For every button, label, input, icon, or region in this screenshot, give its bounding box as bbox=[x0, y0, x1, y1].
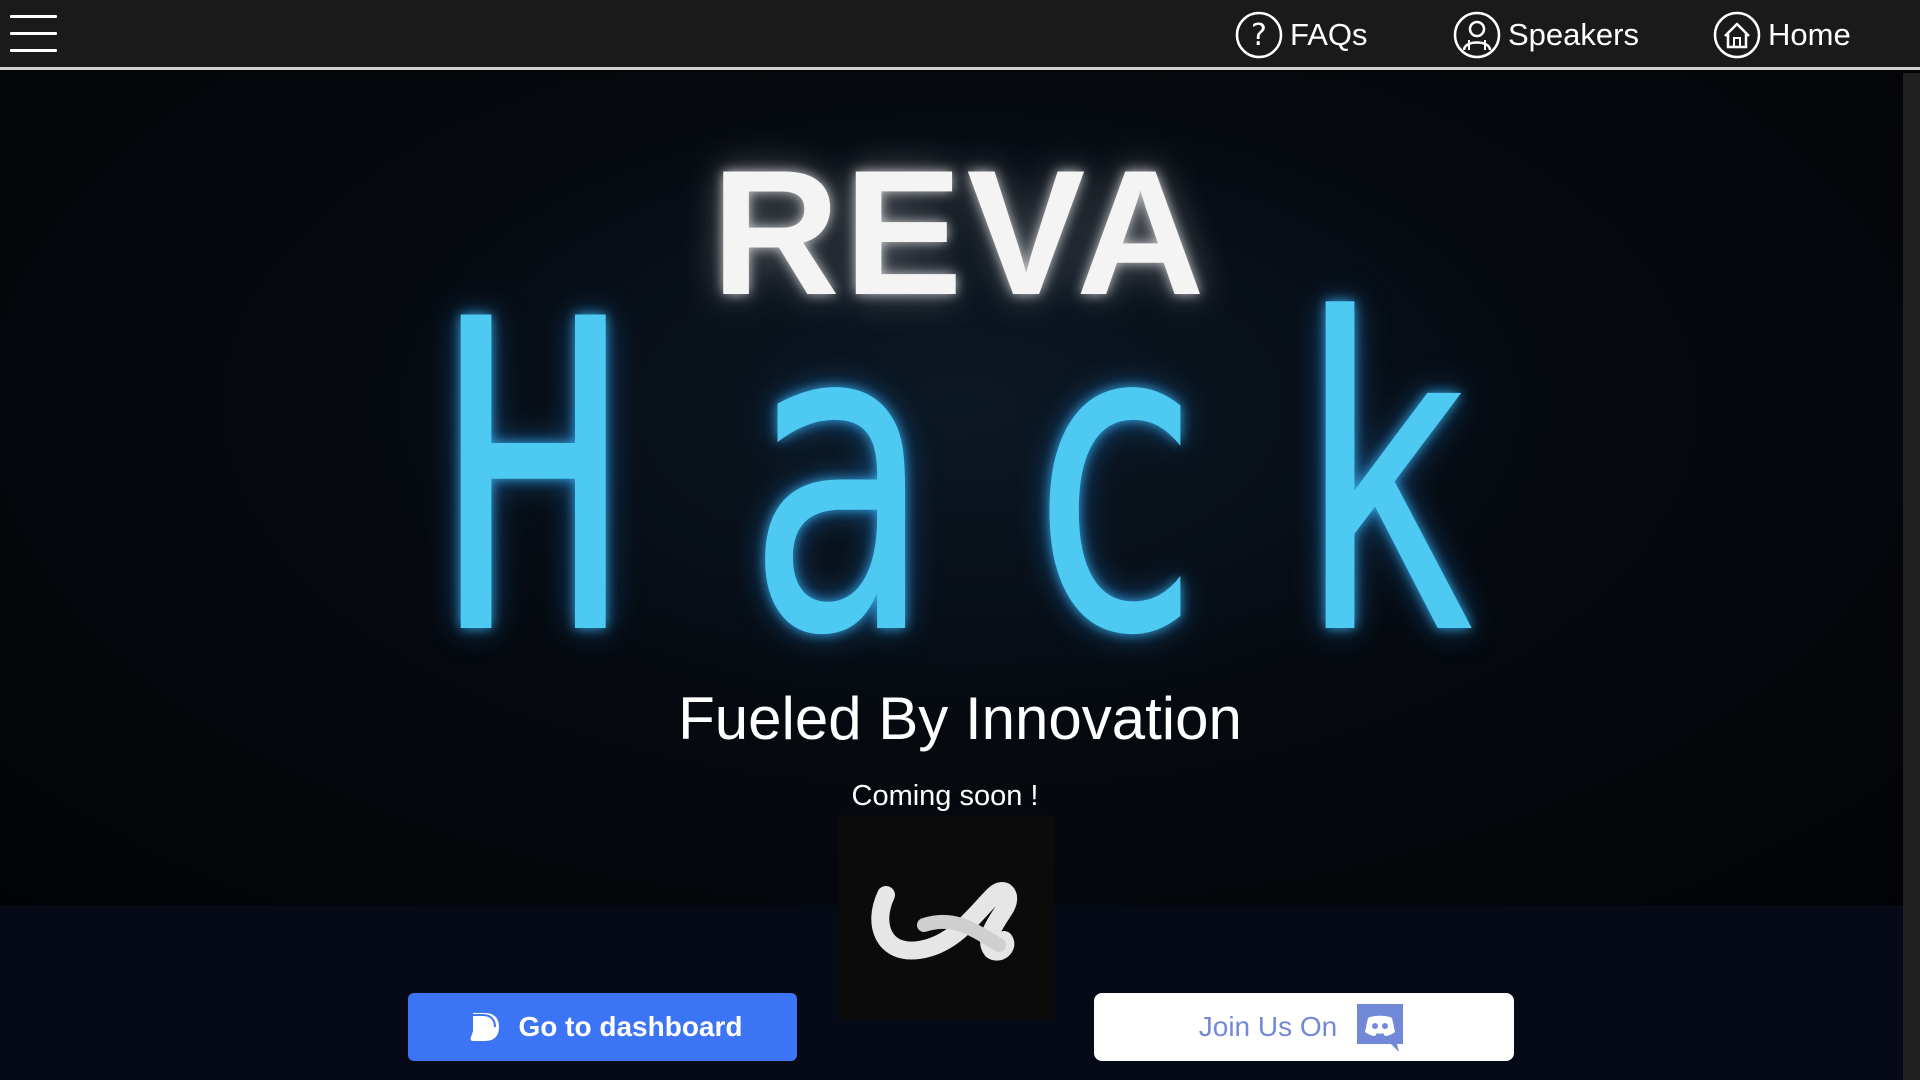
title-letter: k bbox=[1290, 230, 1477, 730]
status-text: Coming soon ! bbox=[851, 780, 1039, 812]
svg-text:?: ? bbox=[1251, 18, 1267, 53]
nav-label-faqs: FAQs bbox=[1290, 17, 1368, 52]
home-icon bbox=[1713, 11, 1761, 59]
top-navigation-bar: ? FAQs Speakers Home bbox=[0, 0, 1920, 70]
discord-icon bbox=[1357, 1004, 1404, 1052]
user-circle-icon bbox=[1453, 11, 1501, 59]
tagline: Fueled By Innovation bbox=[678, 685, 1242, 752]
nav-label-home: Home bbox=[1768, 17, 1851, 52]
dashboard-button-label: Go to dashboard bbox=[518, 1011, 743, 1042]
nav-item-speakers[interactable]: Speakers bbox=[1452, 8, 1639, 62]
page: ? FAQs Speakers Home REVA H a c k Fueled… bbox=[0, 0, 1920, 1080]
title-letter: H bbox=[440, 230, 627, 730]
nav-item-home[interactable]: Home bbox=[1712, 8, 1851, 62]
title-letter: c bbox=[1020, 230, 1207, 730]
nav-label-speakers: Speakers bbox=[1508, 17, 1639, 52]
title-letter: a bbox=[745, 230, 932, 730]
go-to-dashboard-button[interactable]: Go to dashboard bbox=[408, 993, 797, 1061]
event-logo-icon bbox=[871, 882, 1018, 961]
hamburger-menu-icon[interactable] bbox=[10, 15, 57, 53]
help-circle-icon: ? bbox=[1235, 11, 1283, 59]
event-logo bbox=[838, 815, 1054, 1020]
devfolio-icon bbox=[470, 1013, 499, 1041]
event-title: H a c k bbox=[0, 230, 1920, 730]
nav-item-faqs[interactable]: ? FAQs bbox=[1234, 8, 1368, 62]
join-discord-button[interactable]: Join Us On bbox=[1094, 993, 1514, 1061]
discord-button-label: Join Us On bbox=[1198, 1011, 1338, 1042]
